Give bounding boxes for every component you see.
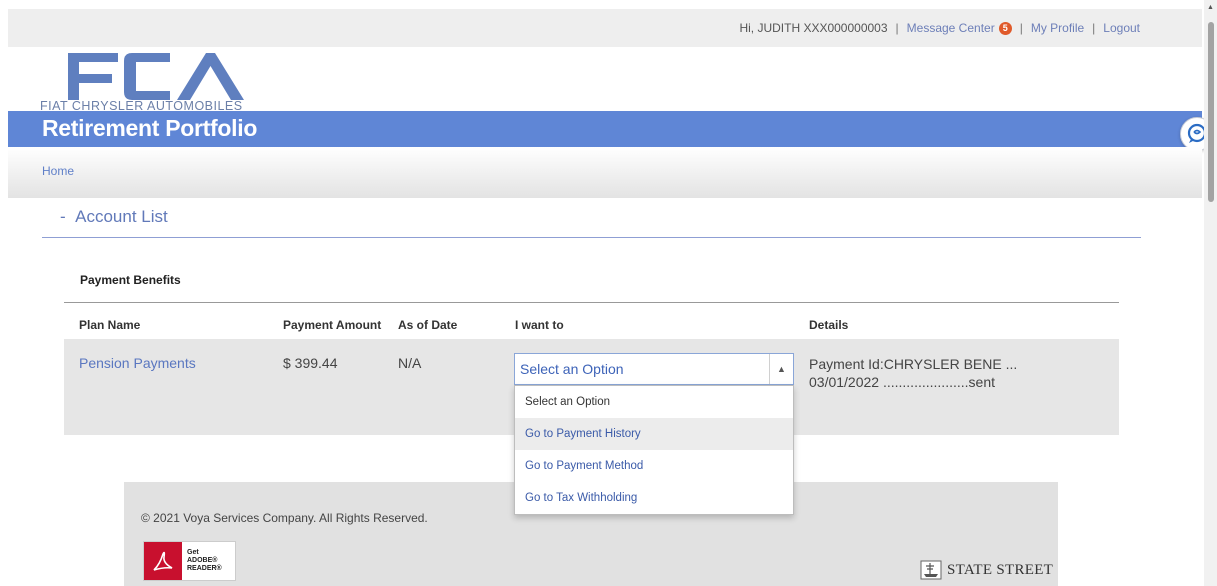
option-select-an-option[interactable]: Select an Option	[515, 386, 793, 418]
ship-icon	[920, 560, 942, 580]
separator: |	[1092, 21, 1096, 35]
adobe-reader-label: Get ADOBE® READER®	[187, 549, 222, 573]
option-payment-method[interactable]: Go to Payment Method	[515, 450, 793, 482]
logout-link[interactable]: Logout	[1103, 21, 1140, 35]
action-select[interactable]: Select an Option ▲	[514, 353, 794, 385]
scroll-up-arrow[interactable]: ▲	[1207, 4, 1214, 11]
option-tax-withholding[interactable]: Go to Tax Withholding	[515, 482, 793, 514]
account-list-title: Account List	[75, 207, 168, 226]
action-select-value: Select an Option	[520, 361, 624, 377]
top-utility-bar: Hi, JUDITH XXX000000003 | Message Center…	[8, 9, 1202, 47]
column-header-payment-amount: Payment Amount	[283, 318, 382, 332]
get-adobe-reader-badge[interactable]: Get ADOBE® READER®	[143, 541, 236, 581]
separator: |	[1019, 21, 1023, 35]
column-header-plan-name: Plan Name	[79, 318, 141, 332]
message-center-link[interactable]: Message Center	[907, 21, 995, 35]
details-date-status: 03/01/2022 ......................sent	[809, 374, 995, 390]
table-divider	[64, 302, 1119, 303]
payment-amount: $ 399.44	[283, 355, 338, 371]
breadcrumb-bar: Home	[8, 147, 1202, 198]
column-header-i-want-to: I want to	[515, 318, 564, 332]
my-profile-link[interactable]: My Profile	[1031, 21, 1084, 35]
divider	[42, 237, 1141, 238]
separator: |	[895, 21, 899, 35]
breadcrumb-home[interactable]: Home	[42, 164, 74, 178]
collapse-toggle[interactable]: -	[60, 207, 66, 226]
details-payment-id: Payment Id:CHRYSLER BENE ...	[809, 356, 1018, 372]
column-header-details: Details	[809, 318, 849, 332]
scrollbar-thumb[interactable]	[1208, 22, 1214, 202]
as-of-date: N/A	[398, 355, 422, 371]
column-header-as-of-date: As of Date	[398, 318, 458, 332]
user-greeting: Hi, JUDITH XXX000000003	[739, 21, 888, 35]
adobe-reader-text: READER®	[187, 565, 222, 572]
option-payment-history[interactable]: Go to Payment History	[515, 418, 793, 450]
state-street-logo: STATE STREET	[920, 560, 1053, 580]
adobe-get-text: Get	[187, 549, 199, 556]
adobe-reader-icon	[144, 542, 182, 580]
plan-name-link[interactable]: Pension Payments	[79, 355, 196, 371]
account-list-heading[interactable]: - Account List	[60, 207, 168, 227]
caret-up-icon[interactable]: ▲	[769, 354, 793, 384]
copyright-text: © 2021 Voya Services Company. All Rights…	[141, 511, 428, 525]
action-dropdown-menu: Select an Option Go to Payment History G…	[514, 385, 794, 515]
portal-title: Retirement Portfolio	[42, 115, 258, 141]
user-links: Hi, JUDITH XXX000000003 | Message Center…	[739, 21, 1140, 35]
portal-banner: Retirement Portfolio	[8, 111, 1202, 147]
state-street-text: STATE STREET	[947, 561, 1054, 578]
message-count-badge[interactable]: 5	[998, 21, 1012, 35]
adobe-brand-text: ADOBE®	[187, 557, 218, 564]
payment-details: Payment Id:CHRYSLER BENE ... 03/01/2022 …	[809, 355, 1017, 391]
payment-benefits-title: Payment Benefits	[80, 273, 181, 287]
